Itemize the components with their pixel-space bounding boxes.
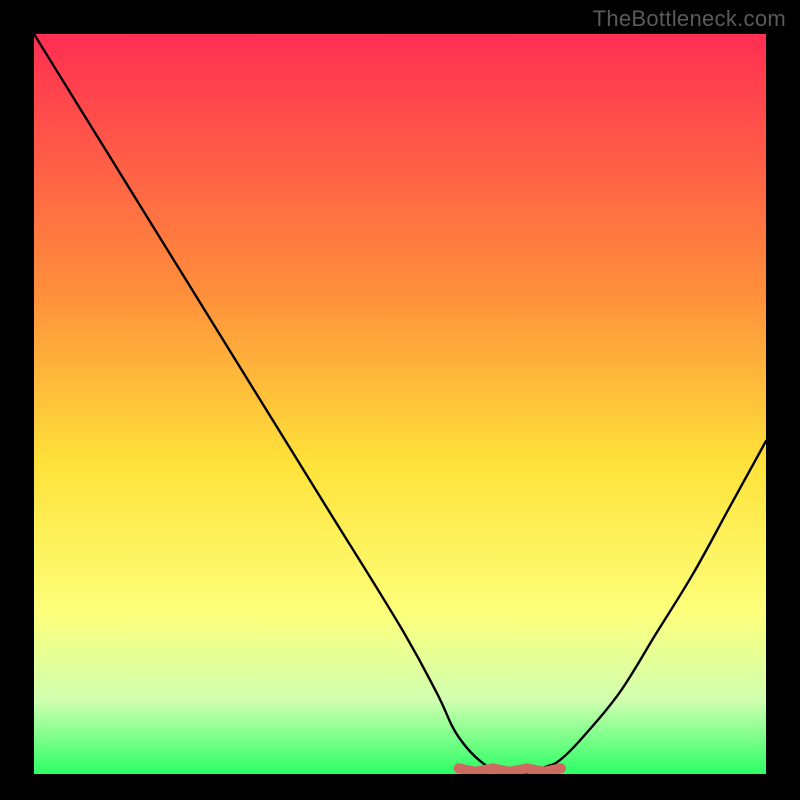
bottleneck-chart — [0, 0, 800, 800]
optimal-marker — [459, 768, 561, 772]
gradient-background — [34, 34, 766, 774]
chart-frame: TheBottleneck.com — [0, 0, 800, 800]
attribution-label: TheBottleneck.com — [593, 6, 786, 32]
